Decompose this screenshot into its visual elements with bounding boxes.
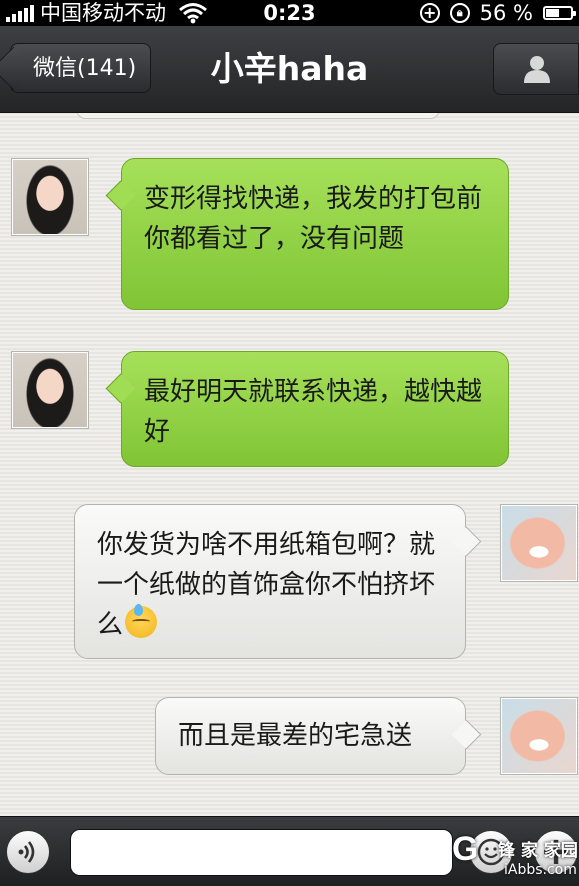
emoji-button[interactable] — [469, 830, 513, 874]
chat-area[interactable]: 变形得找快递，我发的打包前你都看过了，没有问题 最好明天就联系快递，越快越好 你… — [0, 113, 579, 816]
input-bar: + — [0, 816, 579, 886]
contact-avatar-image — [13, 160, 87, 234]
my-avatar-image — [502, 506, 576, 580]
message-text: 变形得找快递，我发的打包前你都看过了，没有问题 — [144, 184, 483, 254]
plus-icon: + — [540, 829, 572, 873]
battery-percent: 56 % — [479, 1, 533, 25]
sweat-smile-emoji — [125, 604, 158, 638]
person-icon — [524, 56, 550, 83]
battery-icon — [543, 6, 576, 20]
message-input[interactable] — [70, 829, 453, 876]
contact-avatar-image — [13, 353, 87, 427]
contact-avatar[interactable] — [11, 158, 89, 236]
previous-message-bubble — [76, 113, 440, 119]
status-bar: 中国移动 不动 0:23 + 🔒︎ 56 % — [0, 0, 579, 26]
message-text: 而且是最差的宅急送 — [178, 721, 413, 751]
message-bubble-outgoing[interactable]: 你发货为啥不用纸箱包啊？就一个纸做的首饰盒你不怕挤坏么 — [74, 504, 466, 659]
message-text: 最好明天就联系快递，越快越好 — [144, 377, 483, 447]
back-button[interactable]: 微信(141) — [10, 43, 152, 93]
profile-button[interactable] — [493, 43, 579, 95]
my-avatar-image — [502, 699, 576, 773]
message-bubble-incoming[interactable]: 最好明天就联系快递，越快越好 — [121, 351, 509, 467]
my-avatar[interactable] — [500, 504, 578, 582]
contact-avatar[interactable] — [11, 351, 89, 429]
back-button-label: 微信(141) — [33, 56, 137, 81]
add-circle-icon: + — [419, 3, 440, 23]
nav-bar: 微信(141) 小辛haha — [0, 26, 579, 113]
message-bubble-outgoing[interactable]: 而且是最差的宅急送 — [155, 697, 466, 775]
message-bubble-incoming[interactable]: 变形得找快递，我发的打包前你都看过了，没有问题 — [121, 158, 509, 310]
voice-button[interactable] — [6, 830, 50, 874]
smiley-icon — [477, 838, 505, 866]
my-avatar[interactable] — [500, 697, 578, 775]
rotation-lock-icon: 🔒︎ — [449, 3, 470, 23]
voice-icon — [18, 841, 35, 863]
plus-button[interactable]: + — [534, 830, 578, 874]
status-right: + 🔒︎ 56 % — [419, 0, 576, 26]
